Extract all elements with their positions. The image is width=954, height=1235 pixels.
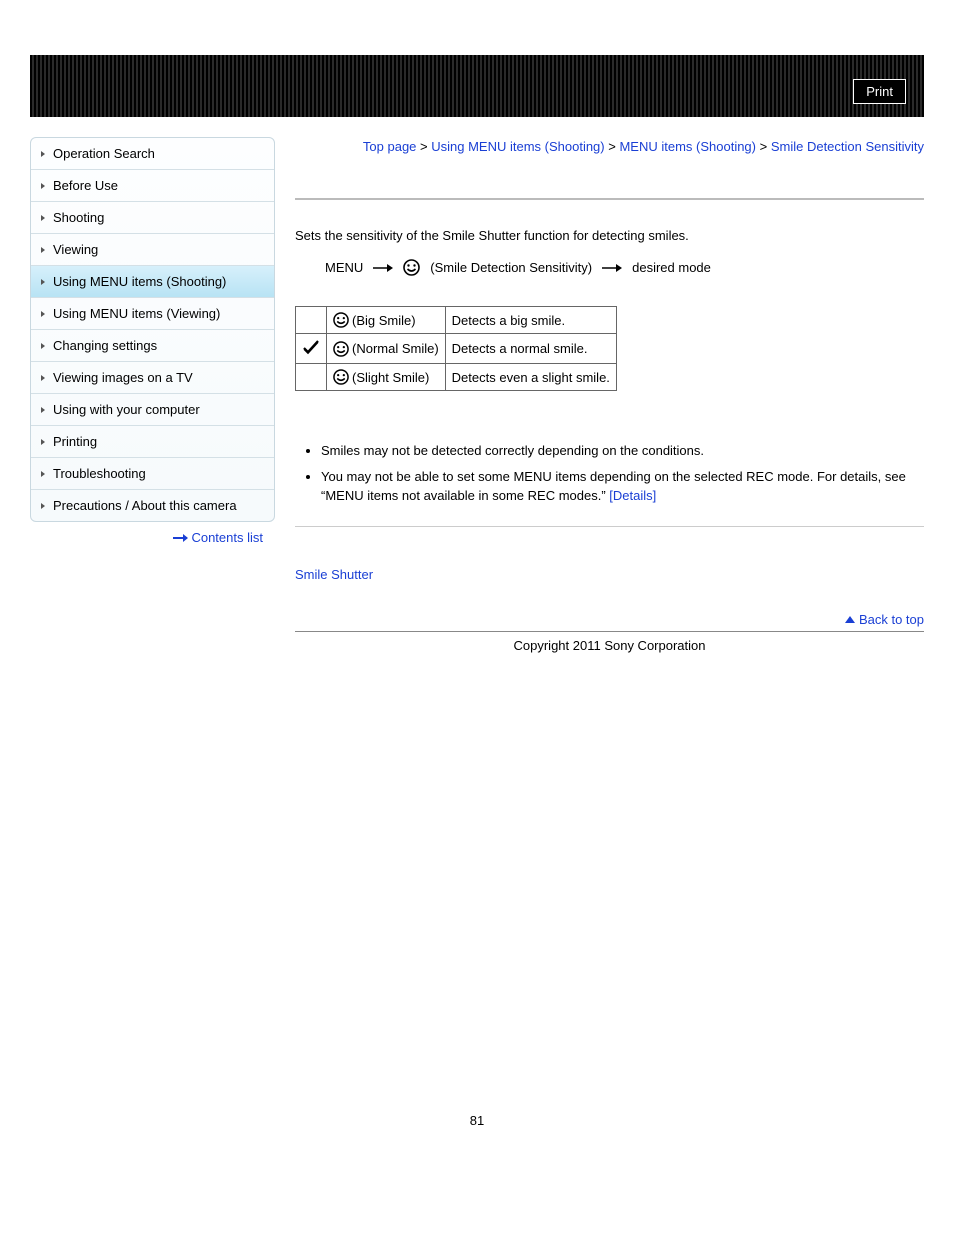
sidebar-label: Viewing [53, 242, 98, 257]
print-button[interactable]: Print [853, 79, 906, 104]
sidebar-item-using-computer[interactable]: Using with your computer [31, 394, 274, 426]
option-name: (Big Smile) [352, 313, 416, 328]
smile-icon [333, 369, 349, 385]
sidebar-item-precautions[interactable]: Precautions / About this camera [31, 490, 274, 521]
table-row: (Slight Smile) Detects even a slight smi… [296, 364, 617, 391]
intro-text: Sets the sensitivity of the Smile Shutte… [295, 226, 924, 246]
breadcrumb-l1[interactable]: Using MENU items (Shooting) [431, 139, 604, 154]
menu-label: MENU [325, 260, 363, 275]
sidebar-item-menu-viewing[interactable]: Using MENU items (Viewing) [31, 298, 274, 330]
breadcrumb-top[interactable]: Top page [363, 139, 417, 154]
sidebar-label: Shooting [53, 210, 104, 225]
sidebar-label: Before Use [53, 178, 118, 193]
option-desc: Detects a normal smile. [445, 334, 616, 364]
note-text: Smiles may not be detected correctly dep… [321, 443, 704, 458]
sidebar-item-before-use[interactable]: Before Use [31, 170, 274, 202]
copyright-text: Copyright 2011 Sony Corporation [295, 638, 924, 653]
arrow-right-icon [602, 263, 622, 273]
sidebar-label: Precautions / About this camera [53, 498, 237, 513]
sidebar-label: Troubleshooting [53, 466, 146, 481]
breadcrumb-sep: > [605, 139, 620, 154]
sidebar-item-viewing-tv[interactable]: Viewing images on a TV [31, 362, 274, 394]
sidebar: Operation Search Before Use Shooting Vie… [30, 137, 275, 522]
breadcrumb-sep: > [416, 139, 431, 154]
option-desc: Detects even a slight smile. [445, 364, 616, 391]
path-label: (Smile Detection Sensitivity) [430, 260, 592, 275]
option-name-cell: (Normal Smile) [327, 334, 446, 364]
breadcrumb-current: Smile Detection Sensitivity [771, 139, 924, 154]
sidebar-label: Using with your computer [53, 402, 200, 417]
breadcrumb-l2[interactable]: MENU items (Shooting) [619, 139, 756, 154]
header-bar: Print [30, 55, 924, 117]
sidebar-item-viewing[interactable]: Viewing [31, 234, 274, 266]
options-table: (Big Smile) Detects a big smile. (Normal… [295, 306, 617, 391]
table-row: (Big Smile) Detects a big smile. [296, 307, 617, 334]
menu-path: MENU (Smile Detection Sensitivity) desir… [325, 259, 924, 276]
note-item: Smiles may not be detected correctly dep… [321, 441, 924, 461]
sidebar-item-troubleshooting[interactable]: Troubleshooting [31, 458, 274, 490]
option-name-cell: (Big Smile) [327, 307, 446, 334]
sidebar-label: Viewing images on a TV [53, 370, 193, 385]
smile-icon [333, 341, 349, 357]
table-row: (Normal Smile) Detects a normal smile. [296, 334, 617, 364]
sidebar-label: Using MENU items (Viewing) [53, 306, 220, 321]
checkmark-icon [302, 343, 320, 358]
divider [295, 198, 924, 200]
note-item: You may not be able to set some MENU ite… [321, 467, 924, 506]
sidebar-item-printing[interactable]: Printing [31, 426, 274, 458]
sidebar-label: Printing [53, 434, 97, 449]
arrow-right-icon [173, 537, 187, 539]
option-name-cell: (Slight Smile) [327, 364, 446, 391]
check-cell [296, 307, 327, 334]
sidebar-wrapper: Operation Search Before Use Shooting Vie… [30, 137, 275, 653]
desired-mode-label: desired mode [632, 260, 711, 275]
sidebar-item-shooting[interactable]: Shooting [31, 202, 274, 234]
option-name: (Normal Smile) [352, 341, 439, 356]
sidebar-item-operation-search[interactable]: Operation Search [31, 138, 274, 170]
main-content: Top page > Using MENU items (Shooting) >… [295, 137, 924, 653]
breadcrumb-sep: > [756, 139, 771, 154]
sidebar-label: Changing settings [53, 338, 157, 353]
details-link[interactable]: [Details] [609, 488, 656, 503]
triangle-up-icon [845, 616, 855, 623]
back-to-top-link[interactable]: Back to top [295, 612, 924, 627]
notes-list: Smiles may not be detected correctly dep… [315, 441, 924, 506]
related-topic-link[interactable]: Smile Shutter [295, 567, 373, 582]
check-cell [296, 334, 327, 364]
sidebar-item-changing-settings[interactable]: Changing settings [31, 330, 274, 362]
contents-list-label: Contents list [191, 530, 263, 545]
divider [295, 631, 924, 632]
option-desc: Detects a big smile. [445, 307, 616, 334]
arrow-right-icon [373, 263, 393, 273]
back-to-top-label: Back to top [859, 612, 924, 627]
contents-list-link[interactable]: Contents list [30, 522, 275, 553]
option-name: (Slight Smile) [352, 370, 429, 385]
smile-icon [333, 312, 349, 328]
sidebar-label: Using MENU items (Shooting) [53, 274, 226, 289]
sidebar-label: Operation Search [53, 146, 155, 161]
check-cell [296, 364, 327, 391]
page-number: 81 [30, 1113, 924, 1128]
divider [295, 526, 924, 527]
breadcrumb: Top page > Using MENU items (Shooting) >… [295, 137, 924, 158]
smile-icon [403, 259, 420, 276]
sidebar-item-menu-shooting[interactable]: Using MENU items (Shooting) [31, 266, 274, 298]
